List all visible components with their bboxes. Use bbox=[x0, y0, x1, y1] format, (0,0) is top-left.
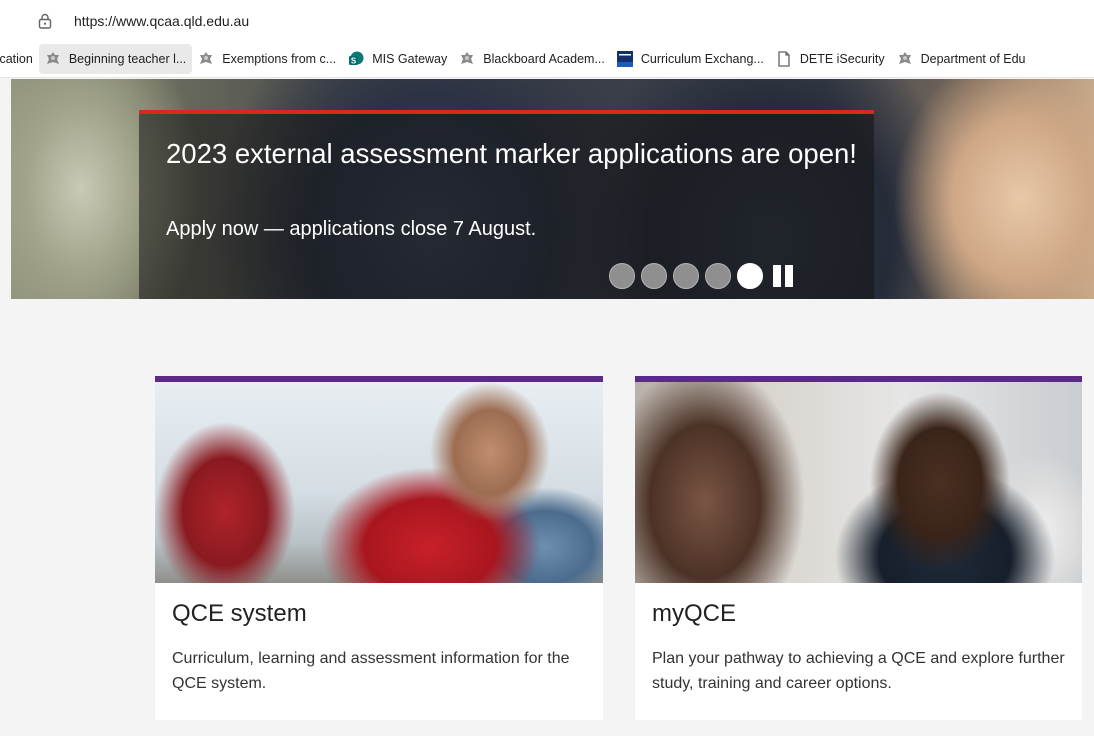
pause-icon[interactable] bbox=[773, 264, 797, 288]
card-image-students-classroom[interactable] bbox=[155, 382, 603, 583]
sharepoint-icon: S bbox=[348, 51, 364, 67]
carousel-dot-4[interactable] bbox=[705, 263, 731, 289]
bookmark-mis-gateway[interactable]: S MIS Gateway bbox=[342, 44, 453, 74]
bookmark-dete-isecurity[interactable]: DETE iSecurity bbox=[770, 44, 891, 74]
bookmark-label: Exemptions from c... bbox=[222, 51, 337, 66]
tlp-icon bbox=[616, 50, 633, 67]
bookmark-label: Curriculum Exchang... bbox=[640, 51, 764, 66]
hero-title[interactable]: 2023 external assessment marker applicat… bbox=[166, 136, 866, 172]
qld-crest-icon bbox=[198, 51, 214, 67]
bookmark-exemptions[interactable]: Exemptions from c... bbox=[192, 44, 342, 74]
bookmark-label: Department of Edu bbox=[920, 51, 1026, 66]
carousel-dot-2[interactable] bbox=[641, 263, 667, 289]
bookmark-label: ıcation bbox=[0, 51, 33, 66]
bookmark-beginning-teacher[interactable]: Beginning teacher l... bbox=[38, 43, 193, 74]
url-text: https://www.qcaa.qld.edu.au bbox=[74, 13, 250, 29]
bookmark-education[interactable]: ıcation bbox=[0, 44, 39, 74]
carousel-controls bbox=[609, 263, 797, 289]
carousel-dot-3[interactable] bbox=[673, 263, 699, 289]
hero-caption[interactable]: 2023 external assessment marker applicat… bbox=[139, 110, 874, 299]
address-bar[interactable]: https://www.qcaa.qld.edu.au bbox=[18, 5, 1094, 37]
bookmark-label: MIS Gateway bbox=[372, 51, 448, 66]
address-bar-container: https://www.qcaa.qld.edu.au bbox=[0, 0, 1094, 40]
hero-subtitle: Apply now — applications close 7 August. bbox=[166, 218, 537, 240]
qld-crest-icon bbox=[897, 51, 913, 67]
bookmark-department-of-education[interactable]: Department of Edu bbox=[891, 44, 1032, 74]
bookmark-blackboard[interactable]: Blackboard Academ... bbox=[453, 44, 611, 74]
carousel-dot-5[interactable] bbox=[737, 263, 763, 289]
bookmark-label: Blackboard Academ... bbox=[483, 51, 605, 66]
bookmark-label: DETE iSecurity bbox=[799, 51, 885, 66]
card-description: Curriculum, learning and assessment info… bbox=[172, 650, 570, 692]
hero-carousel[interactable]: 2023 external assessment marker applicat… bbox=[11, 79, 1094, 299]
lock-icon[interactable] bbox=[38, 13, 52, 29]
qld-crest-icon bbox=[45, 51, 61, 67]
bookmark-label: Beginning teacher l... bbox=[68, 51, 187, 66]
card-image-students-smiling[interactable] bbox=[635, 382, 1082, 583]
page-icon bbox=[776, 50, 792, 67]
bookmarks-bar: ıcation Beginning teacher l... Exemption… bbox=[0, 40, 1094, 78]
card-myqce[interactable]: myQCE Plan your pathway to achieving a Q… bbox=[635, 376, 1082, 720]
carousel-dot-1[interactable] bbox=[609, 263, 635, 289]
card-description: Plan your pathway to achieving a QCE and… bbox=[652, 650, 1065, 692]
qld-crest-icon bbox=[459, 51, 475, 67]
card-qce-system[interactable]: QCE system Curriculum, learning and asse… bbox=[155, 376, 603, 720]
card-title[interactable]: QCE system bbox=[172, 600, 307, 628]
svg-text:S: S bbox=[351, 56, 357, 65]
bookmark-curriculum-exchange[interactable]: Curriculum Exchang... bbox=[611, 44, 770, 74]
card-title[interactable]: myQCE bbox=[652, 600, 736, 628]
